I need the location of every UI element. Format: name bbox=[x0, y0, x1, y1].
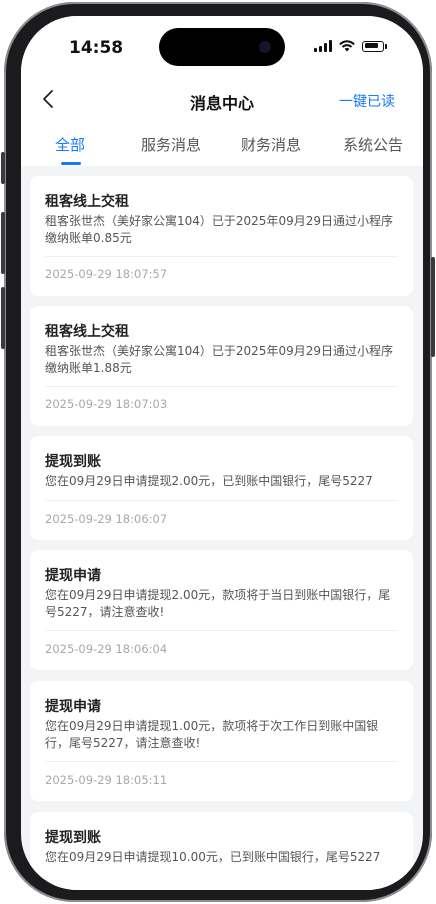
card-divider bbox=[45, 256, 398, 257]
mark-all-read-button[interactable]: 一键已读 bbox=[339, 91, 395, 111]
action-button bbox=[1, 152, 5, 184]
tab-announcement[interactable]: 系统公告 bbox=[343, 134, 403, 155]
message-content: 租客张世杰（美好家公寓104）已于2025年09月29日通过小程序缴纳账单1.8… bbox=[45, 344, 393, 375]
nav-bar: 消息中心 一键已读 bbox=[21, 80, 423, 120]
card-divider bbox=[45, 761, 398, 762]
dynamic-island bbox=[159, 28, 285, 66]
message-title: 提现到账 bbox=[45, 830, 101, 846]
message-title: 提现到账 bbox=[45, 454, 101, 470]
message-content: 您在09月29日申请提现2.00元，已到账中国银行，尾号5227 bbox=[45, 474, 373, 488]
message-time: 2025-09-29 18:05:11 bbox=[45, 773, 168, 787]
tab-all[interactable]: 全部 bbox=[55, 134, 85, 155]
message-title: 租客线上交租 bbox=[45, 324, 129, 340]
card-divider bbox=[45, 500, 398, 501]
active-tab-indicator bbox=[61, 162, 81, 165]
message-card[interactable]: 提现申请 您在09月29日申请提现1.00元，款项将于次工作日到账中国银行，尾号… bbox=[30, 681, 413, 801]
battery-tip bbox=[385, 43, 387, 49]
phone-frame: 14:58 消息中心 一键已读 全部 服务消息 财务消息 系统公告 租客线上交租… bbox=[1, 2, 435, 902]
screen: 14:58 消息中心 一键已读 全部 服务消息 财务消息 系统公告 租客线上交租… bbox=[21, 16, 423, 890]
wifi-icon bbox=[339, 40, 355, 52]
tab-bar: 全部 服务消息 财务消息 系统公告 bbox=[21, 120, 423, 166]
message-content: 您在09月29日申请提现10.00元，已到账中国银行，尾号5227 bbox=[45, 850, 381, 864]
message-card[interactable]: 租客线上交租 租客张世杰（美好家公寓104）已于2025年09月29日通过小程序… bbox=[30, 306, 413, 426]
tab-service[interactable]: 服务消息 bbox=[141, 134, 201, 155]
volume-down-button bbox=[1, 287, 5, 349]
message-time: 2025-09-29 18:06:07 bbox=[45, 512, 168, 526]
message-card[interactable]: 提现申请 您在09月29日申请提现2.00元，款项将于当日到账中国银行，尾号52… bbox=[30, 550, 413, 670]
message-card[interactable]: 提现到账 您在09月29日申请提现2.00元，已到账中国银行，尾号5227 20… bbox=[30, 436, 413, 540]
signal-icon bbox=[314, 40, 332, 52]
battery-icon bbox=[362, 40, 384, 52]
message-content: 您在09月29日申请提现1.00元，款项将于次工作日到账中国银行，尾号5227，… bbox=[45, 719, 379, 750]
message-time: 2025-09-29 18:07:57 bbox=[45, 267, 168, 281]
status-time: 14:58 bbox=[69, 38, 124, 58]
status-icons bbox=[314, 40, 387, 52]
message-card[interactable]: 提现到账 您在09月29日申请提现10.00元，已到账中国银行，尾号5227 bbox=[30, 812, 413, 890]
power-button bbox=[431, 257, 435, 357]
status-bar: 14:58 bbox=[21, 16, 423, 80]
volume-up-button bbox=[1, 212, 5, 274]
message-title: 租客线上交租 bbox=[45, 194, 129, 210]
camera-icon bbox=[259, 41, 271, 53]
message-content: 租客张世杰（美好家公寓104）已于2025年09月29日通过小程序缴纳账单0.8… bbox=[45, 214, 393, 245]
tab-finance[interactable]: 财务消息 bbox=[241, 134, 301, 155]
message-title: 提现申请 bbox=[45, 568, 101, 584]
message-time: 2025-09-29 18:06:04 bbox=[45, 642, 168, 656]
message-card[interactable]: 租客线上交租 租客张世杰（美好家公寓104）已于2025年09月29日通过小程序… bbox=[30, 176, 413, 296]
message-title: 提现申请 bbox=[45, 699, 101, 715]
card-divider bbox=[45, 386, 398, 387]
card-divider bbox=[45, 630, 398, 631]
message-content: 您在09月29日申请提现2.00元，款项将于当日到账中国银行，尾号5227，请注… bbox=[45, 588, 391, 619]
message-time: 2025-09-29 18:07:03 bbox=[45, 397, 168, 411]
